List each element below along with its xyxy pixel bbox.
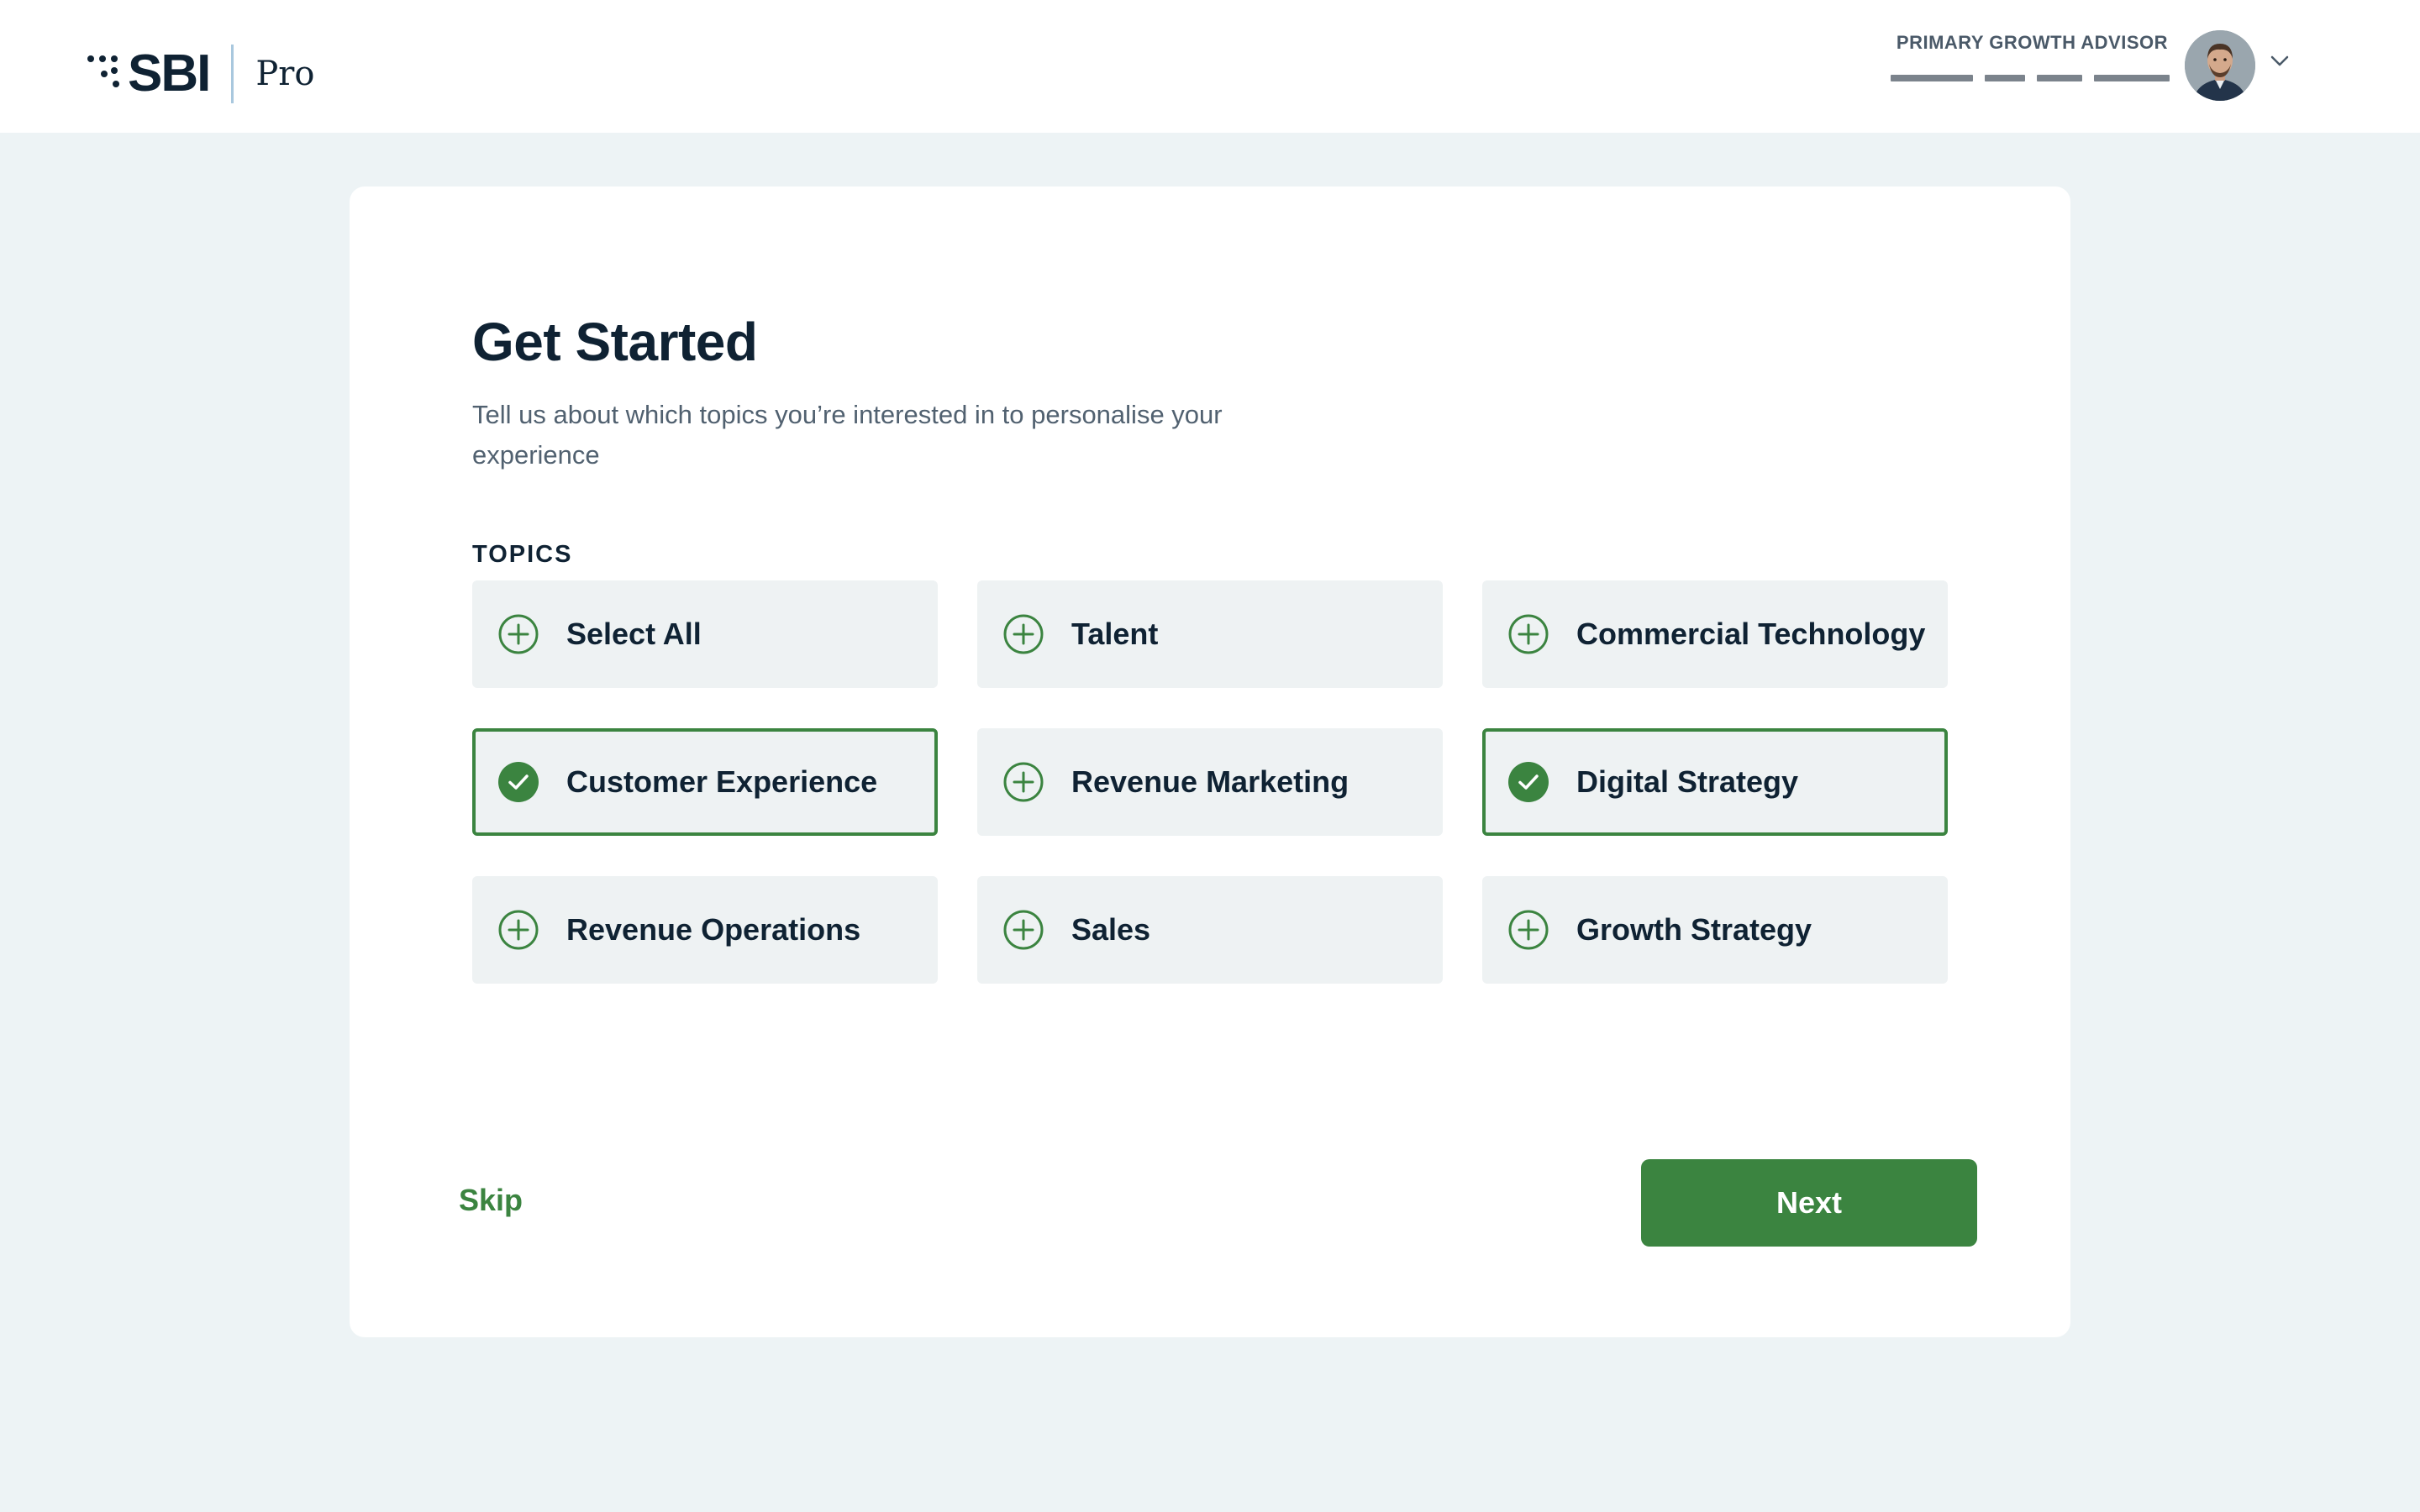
logo-wordmark: SBI (128, 45, 211, 102)
topic-label: Revenue Operations (566, 912, 861, 947)
check-circle-icon (1507, 761, 1549, 803)
plus-circle-icon (1507, 613, 1549, 655)
topic-label: Growth Strategy (1576, 912, 1812, 947)
logo-divider (231, 45, 234, 103)
topic-label: Commercial Technology (1576, 617, 1926, 651)
topic-option-growth-strategy[interactable]: Growth Strategy (1482, 876, 1948, 984)
plus-circle-icon (497, 909, 539, 951)
plus-circle-icon (1002, 613, 1044, 655)
topic-option-revenue-marketing[interactable]: Revenue Marketing (977, 728, 1443, 836)
progress-step-4 (2094, 75, 2170, 81)
page-title: Get Started (472, 312, 758, 372)
topic-option-digital-strategy[interactable]: Digital Strategy (1482, 728, 1948, 836)
check-circle-icon (497, 761, 539, 803)
progress-step-2 (1985, 75, 2025, 81)
chevron-down-icon[interactable] (2270, 55, 2289, 67)
onboarding-progress (1891, 75, 2170, 81)
plus-circle-icon (497, 613, 539, 655)
topic-option-customer-experience[interactable]: Customer Experience (472, 728, 938, 836)
plus-circle-icon (1002, 761, 1044, 803)
onboarding-card: Get Started Tell us about which topics y… (350, 186, 2070, 1337)
skip-button[interactable]: Skip (459, 1183, 523, 1218)
progress-step-3 (2037, 75, 2082, 81)
plus-circle-icon (1507, 909, 1549, 951)
page-subtitle: Tell us about which topics you’re intere… (472, 400, 1223, 470)
advisor-label: PRIMARY GROWTH ADVISOR (1896, 32, 2168, 53)
topic-option-select-all[interactable]: Select All (472, 580, 938, 688)
avatar[interactable] (2185, 30, 2255, 101)
topic-label: Digital Strategy (1576, 764, 1799, 799)
plus-circle-icon (1002, 909, 1044, 951)
app-header: SBI Pro PRIMARY GROWTH ADVISOR (0, 0, 2420, 133)
topic-option-revenue-operations[interactable]: Revenue Operations (472, 876, 938, 984)
topic-option-commercial-technology[interactable]: Commercial Technology (1482, 580, 1948, 688)
avatar-portrait-icon (2185, 30, 2255, 101)
topic-option-sales[interactable]: Sales (977, 876, 1443, 984)
topics-section-label: TOPICS (472, 541, 573, 568)
topic-label: Customer Experience (566, 764, 878, 799)
product-name: Pro (255, 55, 315, 93)
topic-label: Select All (566, 617, 702, 651)
topic-label: Revenue Marketing (1071, 764, 1349, 799)
next-button[interactable]: Next (1641, 1159, 1977, 1247)
topic-label: Sales (1071, 912, 1151, 947)
logo-dots-icon (84, 50, 126, 97)
sbi-logo[interactable]: SBI Pro (84, 44, 314, 104)
progress-step-1 (1891, 75, 1973, 81)
topic-label: Talent (1071, 617, 1159, 651)
topic-option-talent[interactable]: Talent (977, 580, 1443, 688)
